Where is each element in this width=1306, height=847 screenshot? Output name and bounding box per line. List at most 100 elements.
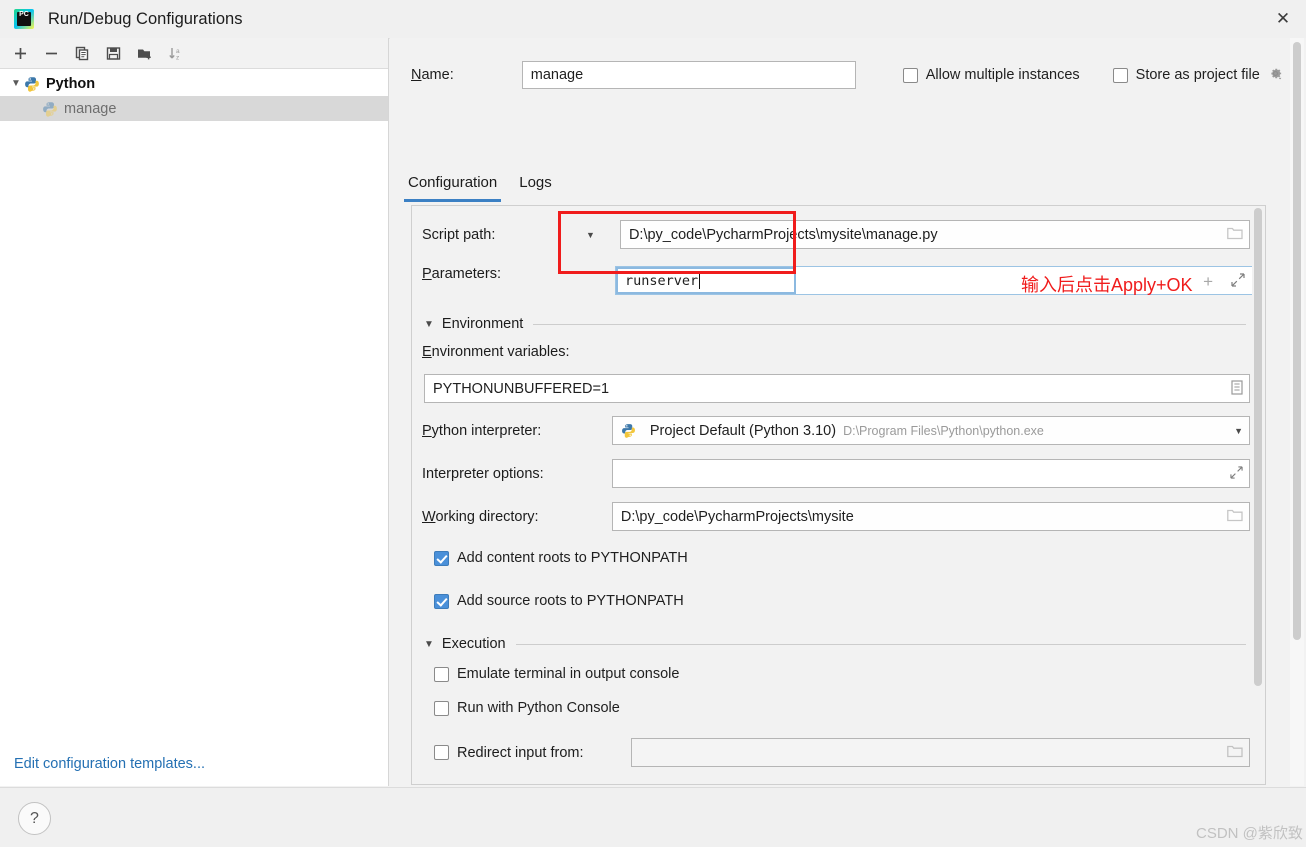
interpreter-options-row: Interpreter options: [422, 459, 1250, 488]
run-with-python-console-label: Run with Python Console [457, 700, 620, 716]
configuration-tabs: Configuration Logs [404, 174, 556, 202]
chevron-down-icon[interactable]: ▼ [8, 76, 24, 92]
svg-text:z: z [176, 54, 179, 61]
folder-icon[interactable] [1227, 227, 1243, 243]
chevron-down-icon[interactable]: ▼ [586, 230, 595, 240]
help-button[interactable]: ? [18, 802, 51, 835]
dialog-scrollbar-thumb[interactable] [1293, 42, 1301, 640]
name-label: Name: [411, 67, 454, 83]
environment-variables-value: PYTHONUNBUFFERED=1 [433, 380, 610, 397]
section-divider [515, 643, 1246, 645]
emulate-terminal-label: Emulate terminal in output console [457, 666, 680, 682]
parameters-label: Parameters: [422, 266, 501, 282]
interpreter-options-input[interactable] [611, 459, 1250, 488]
tab-logs[interactable]: Logs [515, 174, 556, 202]
run-with-python-console-checkbox[interactable]: Run with Python Console [434, 700, 620, 716]
save-icon[interactable] [101, 41, 126, 65]
sort-alphabetical-icon[interactable]: a z [163, 41, 188, 65]
parameters-input[interactable]: runserver [616, 267, 796, 294]
dialog-scrollbar[interactable] [1290, 38, 1304, 786]
sidebar-item-label: manage [64, 100, 117, 117]
parameters-input-wrapper[interactable]: runserver 输入后点击Apply+OK + [615, 266, 1260, 295]
parameters-value: runserver [625, 272, 699, 289]
pycharm-logo-icon: PC [14, 9, 34, 29]
configurations-tree: ▼ Python manage [0, 69, 388, 121]
python-icon [24, 76, 40, 92]
script-path-input[interactable]: D:\py_code\PycharmProjects\mysite\manage… [619, 220, 1250, 249]
edit-configuration-templates-link[interactable]: Edit configuration templates... [14, 756, 205, 772]
add-content-roots-checkbox[interactable]: Add content roots to PYTHONPATH [434, 550, 688, 566]
form-scrollbar-thumb[interactable] [1254, 208, 1262, 686]
expand-icon[interactable] [1230, 465, 1243, 482]
working-directory-label: Working directory: [422, 508, 539, 525]
redirect-input-field[interactable] [630, 738, 1250, 767]
python-icon [621, 423, 637, 439]
folder-icon[interactable] [1227, 745, 1243, 761]
allow-multiple-instances-checkbox[interactable]: Allow multiple instances [902, 67, 1080, 83]
python-interpreter-select[interactable]: Project Default (Python 3.10) D:\Program… [611, 416, 1250, 445]
store-as-project-file-checkbox[interactable]: Store as project file [1112, 67, 1260, 83]
add-source-roots-label: Add source roots to PYTHONPATH [457, 593, 684, 609]
python-interpreter-row: Python interpreter: Project Default (Pyt… [422, 416, 1250, 445]
add-source-roots-checkbox[interactable]: Add source roots to PYTHONPATH [434, 593, 684, 609]
section-divider [533, 323, 1246, 325]
add-content-roots-label: Add content roots to PYTHONPATH [457, 550, 688, 566]
redirect-input-label: Redirect input from: [457, 744, 584, 761]
emulate-terminal-checkbox[interactable]: Emulate terminal in output console [434, 666, 679, 682]
checkbox-box[interactable] [434, 745, 449, 760]
environment-variables-input[interactable]: PYTHONUNBUFFERED=1 [424, 374, 1250, 403]
checkbox-box [902, 67, 918, 83]
window-title: Run/Debug Configurations [48, 9, 243, 28]
environment-section-header[interactable]: ▼ Environment [424, 316, 1246, 332]
plus-icon[interactable] [8, 41, 33, 65]
python-icon [42, 101, 58, 117]
execution-section-header[interactable]: ▼ Execution [424, 636, 1246, 652]
checkbox-box [434, 700, 449, 716]
environment-variables-label: Environment variables: [422, 344, 570, 360]
new-folder-icon[interactable] [132, 41, 157, 65]
copy-icon[interactable] [70, 41, 95, 65]
name-input-value: manage [530, 67, 584, 83]
title-bar: PC Run/Debug Configurations ✕ [0, 0, 1306, 39]
checkbox-box [1112, 67, 1128, 83]
python-interpreter-label: Python interpreter: [422, 422, 542, 439]
interpreter-options-label: Interpreter options: [422, 465, 544, 482]
plus-icon[interactable]: + [1203, 272, 1213, 292]
tree-group-python[interactable]: ▼ Python [0, 71, 388, 96]
configuration-panel: Name: manage Allow multiple instances St… [390, 38, 1306, 829]
script-path-label: Script path: [422, 226, 496, 243]
form-scrollbar[interactable] [1252, 206, 1263, 784]
working-directory-input[interactable]: D:\py_code\PycharmProjects\mysite [611, 502, 1250, 531]
dialog-footer: ? OK Cancel Apply [0, 787, 1306, 847]
chevron-down-icon[interactable]: ▼ [424, 639, 434, 650]
environment-section-label: Environment [441, 316, 524, 332]
redirect-input-row: Redirect input from: [434, 738, 1250, 767]
store-as-project-file-label: Store as project file [1135, 67, 1260, 83]
name-input[interactable]: manage [521, 61, 856, 89]
expand-icon[interactable] [1231, 273, 1245, 290]
execution-section-label: Execution [441, 636, 506, 652]
sidebar-item-manage[interactable]: manage [0, 96, 388, 121]
python-interpreter-value: Project Default (Python 3.10) [649, 422, 837, 439]
list-edit-icon[interactable] [1231, 379, 1243, 398]
chevron-down-icon[interactable]: ▼ [1234, 426, 1243, 436]
working-directory-row: Working directory: D:\py_code\PycharmPro… [422, 502, 1250, 531]
folder-icon[interactable] [1227, 509, 1243, 525]
checkbox-box [434, 666, 449, 682]
configurations-sidebar: a z ▼ Python manage Edit configuration t… [0, 38, 389, 786]
sidebar-toolbar: a z [0, 38, 388, 69]
checkbox-box [434, 550, 449, 566]
text-cursor [699, 272, 701, 289]
environment-variables-label-row: Environment variables: [422, 344, 570, 360]
working-directory-value: D:\py_code\PycharmProjects\mysite [620, 508, 854, 525]
tab-configuration[interactable]: Configuration [404, 174, 502, 202]
run-debug-configurations-dialog: PC Run/Debug Configurations ✕ a z ▼ Pyth… [0, 0, 1306, 847]
python-interpreter-path: D:\Program Files\Python\python.exe [843, 423, 1044, 438]
parameters-row: Parameters: [422, 266, 590, 282]
close-icon[interactable]: ✕ [1260, 0, 1306, 38]
gear-dropdown-icon[interactable] [1268, 66, 1283, 85]
chevron-down-icon[interactable]: ▼ [424, 319, 434, 330]
script-path-row: Script path: ▼ D:\py_code\PycharmProject… [422, 220, 1250, 249]
minus-icon[interactable] [39, 41, 64, 65]
checkbox-box [434, 593, 449, 609]
